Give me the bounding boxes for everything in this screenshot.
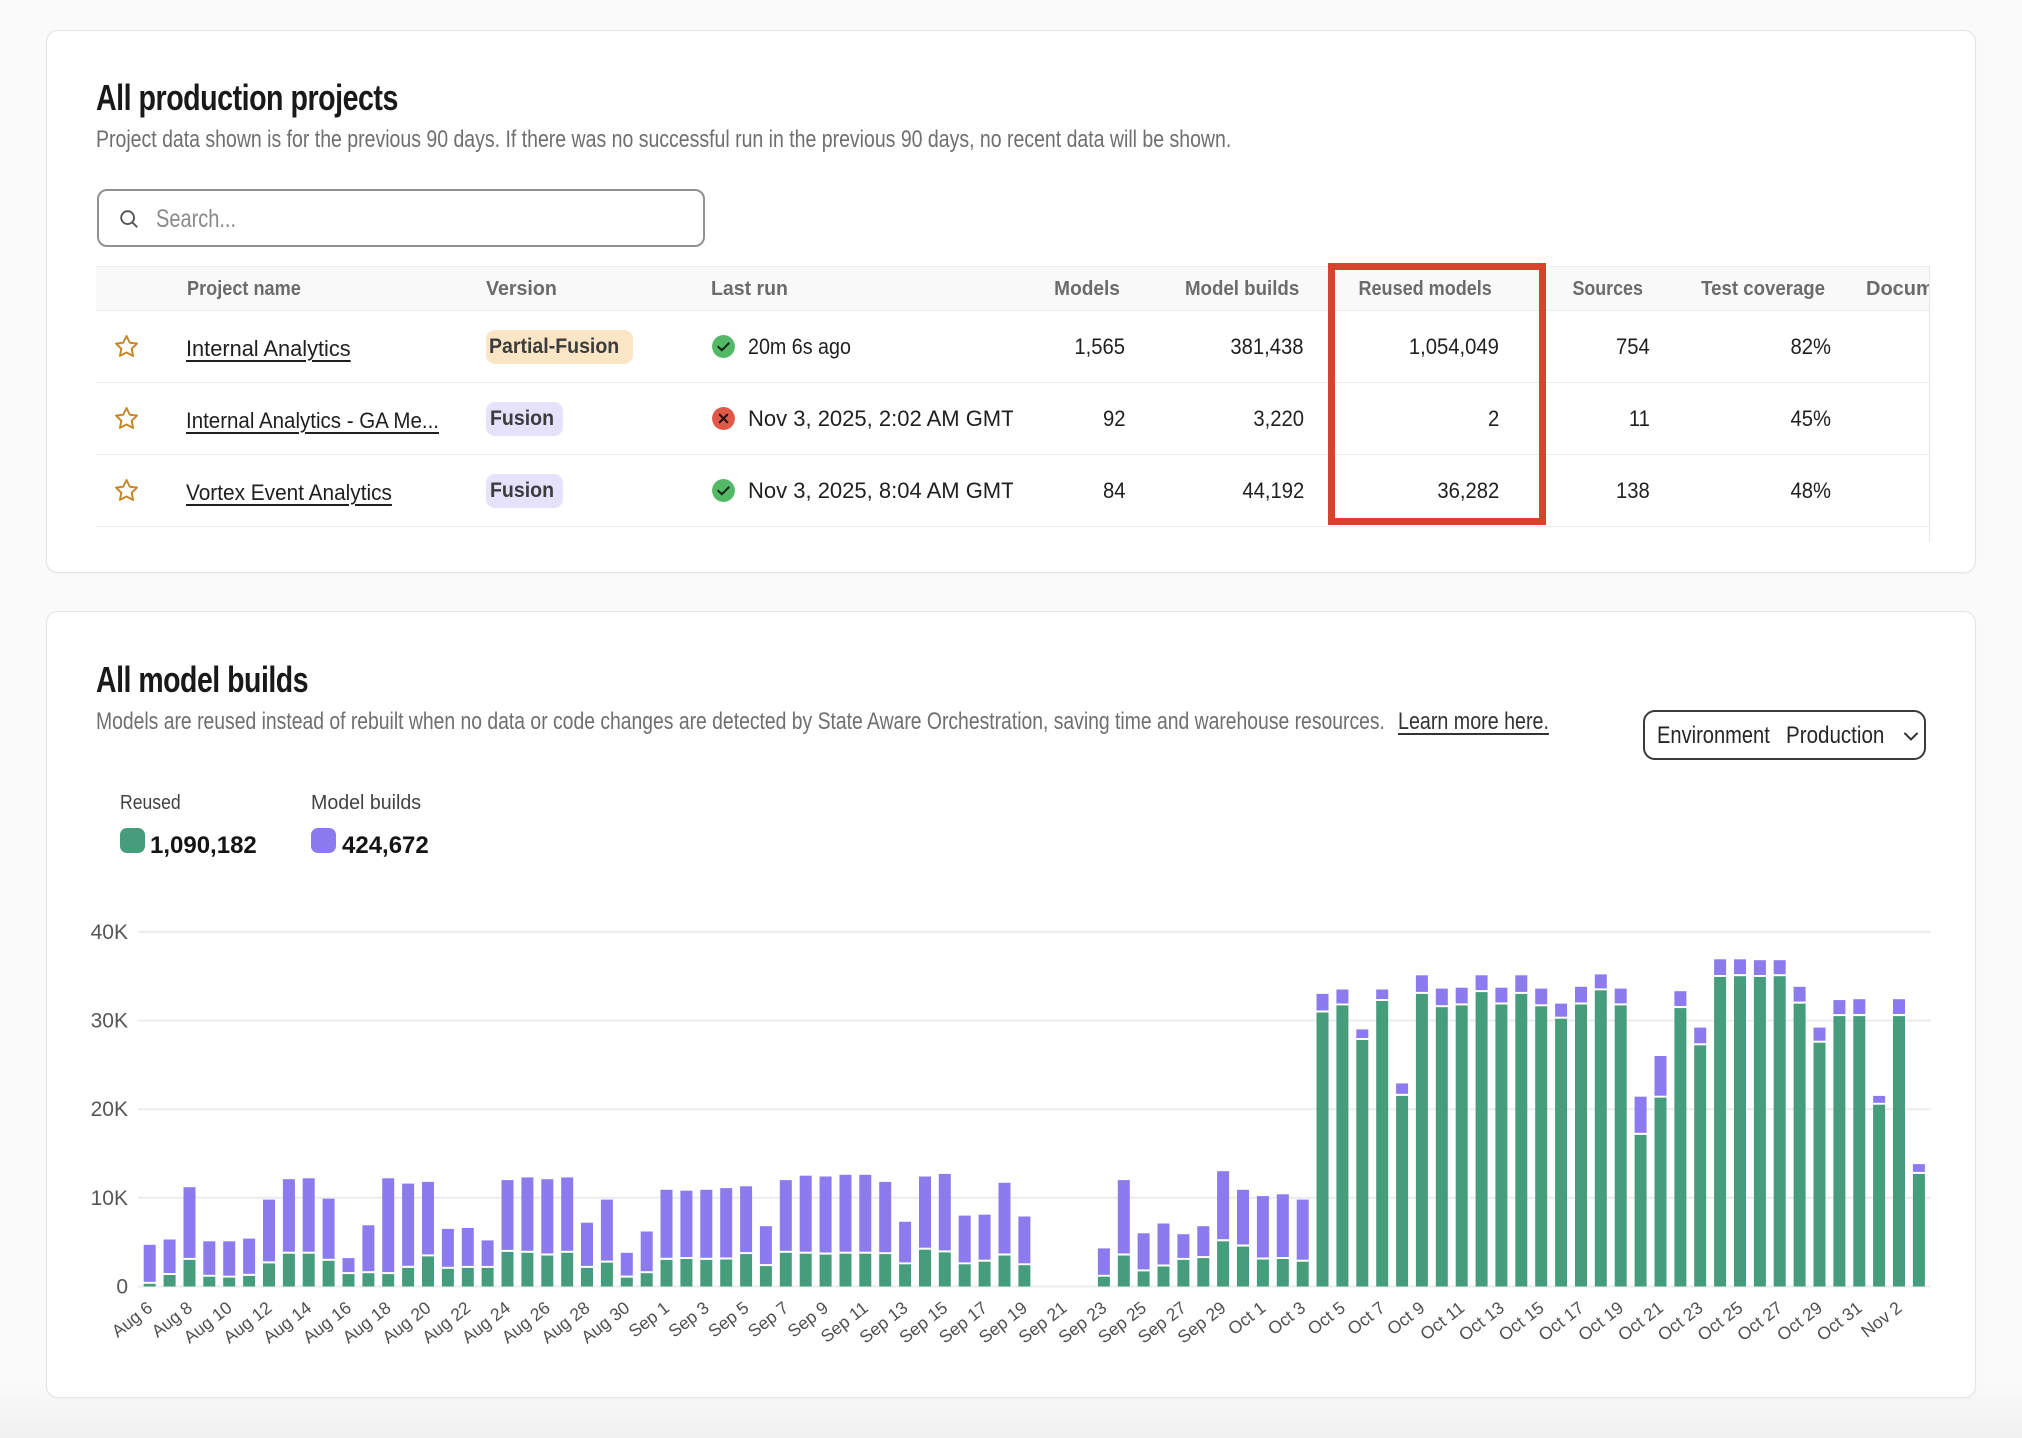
svg-text:Oct 7: Oct 7 bbox=[1343, 1297, 1388, 1339]
svg-text:Oct 27: Oct 27 bbox=[1733, 1297, 1786, 1345]
svg-text:30K: 30K bbox=[91, 1010, 128, 1033]
svg-text:Sep 3: Sep 3 bbox=[664, 1297, 712, 1341]
svg-text:Oct 31: Oct 31 bbox=[1813, 1297, 1866, 1345]
svg-text:Oct 25: Oct 25 bbox=[1694, 1297, 1747, 1345]
svg-text:Aug 6: Aug 6 bbox=[108, 1297, 156, 1341]
svg-text:20K: 20K bbox=[91, 1098, 128, 1121]
svg-text:Oct 13: Oct 13 bbox=[1455, 1297, 1508, 1345]
svg-text:Oct 3: Oct 3 bbox=[1264, 1297, 1309, 1339]
svg-text:40K: 40K bbox=[91, 921, 128, 944]
svg-text:Oct 1: Oct 1 bbox=[1224, 1297, 1269, 1339]
svg-text:Oct 29: Oct 29 bbox=[1773, 1297, 1826, 1345]
svg-text:0: 0 bbox=[116, 1276, 128, 1299]
svg-text:Oct 23: Oct 23 bbox=[1654, 1297, 1707, 1345]
svg-text:Oct 19: Oct 19 bbox=[1574, 1297, 1627, 1345]
svg-text:Oct 5: Oct 5 bbox=[1304, 1297, 1349, 1339]
svg-text:Oct 17: Oct 17 bbox=[1535, 1297, 1588, 1345]
svg-text:Nov 2: Nov 2 bbox=[1857, 1297, 1905, 1341]
svg-text:Sep 7: Sep 7 bbox=[744, 1297, 792, 1341]
svg-text:Oct 21: Oct 21 bbox=[1614, 1297, 1667, 1345]
svg-text:Oct 15: Oct 15 bbox=[1495, 1297, 1548, 1345]
svg-text:10K: 10K bbox=[91, 1187, 128, 1210]
svg-text:Sep 1: Sep 1 bbox=[625, 1297, 673, 1341]
svg-text:Sep 5: Sep 5 bbox=[704, 1297, 752, 1341]
